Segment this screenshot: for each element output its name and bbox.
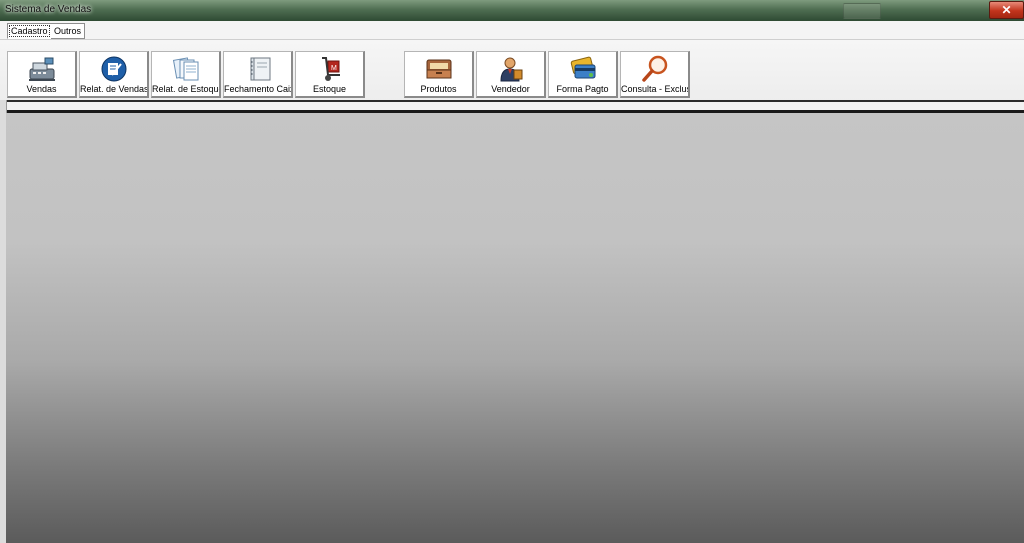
window-title: Sistema de Vendas: [5, 4, 92, 15]
magnifier-icon: [641, 55, 667, 82]
edit-report-icon: [101, 56, 126, 82]
estoque-label: Estoque: [312, 84, 347, 94]
cash-register-icon: [28, 57, 55, 81]
vendas-label: Vendas: [26, 84, 57, 94]
maximize-button[interactable]: [889, 3, 921, 19]
credit-card-icon: [570, 56, 595, 79]
relat-vendas-button[interactable]: Relat. de Vendas: [79, 51, 149, 98]
hand-truck-icon: M: [321, 57, 340, 81]
consulta-exclusao-label: Consulta - Exclusã: [621, 84, 688, 94]
relat-estoque-label: Relat. de Estoque: [152, 84, 219, 94]
forma-pagto-button[interactable]: Forma Pagto: [548, 51, 618, 98]
vendedor-button[interactable]: Vendedor: [476, 51, 546, 98]
fechamento-caixa-label: Fechamento Caixa: [224, 84, 291, 94]
minimize-button[interactable]: [843, 3, 881, 19]
documents-icon: [172, 57, 198, 81]
tab-cadastro[interactable]: Cadastro: [7, 23, 52, 39]
consulta-exclusao-button[interactable]: Consulta - Exclusã: [620, 51, 690, 98]
mdi-workspace: [6, 113, 1024, 543]
relat-vendas-label: Relat. de Vendas: [80, 84, 147, 94]
produtos-button[interactable]: Produtos: [404, 51, 474, 98]
estoque-button[interactable]: M Estoque: [295, 51, 365, 98]
salesman-icon: [499, 57, 522, 82]
close-icon: ✕: [1001, 3, 1012, 17]
forma-pagto-label: Forma Pagto: [556, 84, 609, 94]
produtos-label: Produtos: [420, 84, 457, 94]
toolbar: Vendas Relat. de Vendas Relat. de Estoqu…: [0, 39, 1024, 101]
inbox-tray-icon: [426, 59, 451, 79]
toolbar-divider: [6, 100, 1024, 113]
title-bar[interactable]: Sistema de Vendas ✕: [0, 0, 1024, 22]
svg-text:M: M: [331, 65, 337, 72]
tab-outros[interactable]: Outros: [51, 23, 86, 39]
binder-icon: [250, 57, 270, 81]
tab-strip: Cadastro Outros: [0, 21, 1024, 39]
fechamento-caixa-button[interactable]: Fechamento Caixa: [223, 51, 293, 98]
vendas-button[interactable]: Vendas: [7, 51, 77, 98]
relat-estoque-button[interactable]: Relat. de Estoque: [151, 51, 221, 98]
vendedor-label: Vendedor: [491, 84, 530, 94]
close-button[interactable]: ✕: [989, 1, 1024, 19]
